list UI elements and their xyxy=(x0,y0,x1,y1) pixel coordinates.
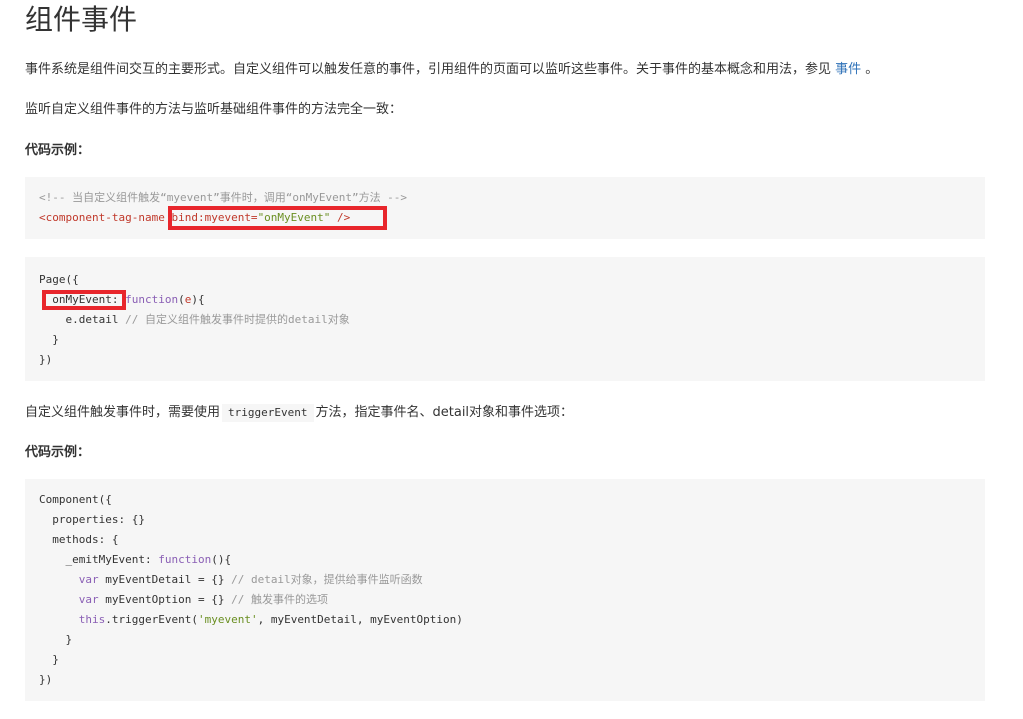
code-emit-name: _emitMyEvent: xyxy=(65,553,159,566)
code-keyword: var xyxy=(78,573,99,586)
intro-text: 事件系统是组件间交互的主要形式。自定义组件可以触发任意的事件，引用组件的页面可以… xyxy=(25,62,836,77)
code-line: } xyxy=(39,650,971,670)
code-trigger-args: , myEventDetail, myEventOption) xyxy=(257,613,463,626)
code-paren: (){ xyxy=(211,553,232,566)
code-line: var myEventDetail = {} // detail对象，提供给事件… xyxy=(39,570,971,590)
trigger-text-end: 方法，指定事件名、detail对象和事件选项： xyxy=(315,405,574,420)
code-detail: e.detail xyxy=(65,313,119,326)
code-line: properties: {} xyxy=(39,510,971,530)
code-keyword: function xyxy=(158,553,212,566)
code-line-detail: e.detail // 自定义组件触发事件时提供的detail对象 xyxy=(39,310,971,330)
code-line: Page({ xyxy=(39,273,79,286)
code-methods: methods: { xyxy=(52,533,119,546)
code-var-option: myEventOption = {} xyxy=(98,593,232,606)
code-line: var myEventOption = {} // 触发事件的选项 xyxy=(39,590,971,610)
code-paren: ( xyxy=(178,293,185,306)
code-line-method: onMyEvent: function(e){ xyxy=(39,290,971,310)
code-example-label: 代码示例： xyxy=(25,143,91,158)
code-keyword: var xyxy=(78,593,99,606)
code-properties: properties: {} xyxy=(52,513,145,526)
code-line: _emitMyEvent: function(){ xyxy=(39,550,971,570)
highlight-box-method xyxy=(42,290,126,310)
code-line: }) xyxy=(39,353,53,366)
code-comment: // 触发事件的选项 xyxy=(231,593,328,606)
code-keyword: function xyxy=(125,293,179,306)
code-brace: } xyxy=(52,333,59,346)
code-example-label: 代码示例： xyxy=(25,445,91,460)
trigger-text: 自定义组件触发事件时，需要使用 xyxy=(25,405,221,420)
code-brace: } xyxy=(65,633,73,646)
code-line: Component({ xyxy=(39,493,112,506)
trigger-paragraph: 自定义组件触发事件时，需要使用 triggerEvent 方法，指定事件名、deta… xyxy=(25,403,573,423)
code-trigger-call: .triggerEvent( xyxy=(105,613,198,626)
code-line: } xyxy=(39,630,971,650)
code-string: 'myevent' xyxy=(197,613,258,626)
page-title: 组件事件 xyxy=(25,3,138,36)
code-line: this.triggerEvent('myevent', myEventDeta… xyxy=(39,610,971,630)
code-block-component-js: Component({ properties: {} methods: { _e… xyxy=(25,479,985,701)
intro-text-end: 。 xyxy=(861,62,879,77)
intro-paragraph: 事件系统是组件间交互的主要形式。自定义组件可以触发任意的事件，引用组件的页面可以… xyxy=(25,60,878,80)
inline-code-trigger-event: triggerEvent xyxy=(222,404,314,422)
code-paren-close: ){ xyxy=(191,293,205,306)
code-tag-open: <component-tag-name xyxy=(39,211,165,224)
code-comment: <!-- 当自定义组件触发“myevent”事件时，调用“onMyEvent”方… xyxy=(39,191,408,204)
events-link[interactable]: 事件 xyxy=(835,62,861,77)
code-line: methods: { xyxy=(39,530,971,550)
highlight-box-bind xyxy=(168,206,387,230)
code-comment-detail: // 自定义组件触发事件时提供的detail对象 xyxy=(118,313,350,326)
code-line: }) xyxy=(39,673,53,686)
code-brace: } xyxy=(52,653,59,666)
listen-paragraph: 监听自定义组件事件的方法与监听基础组件事件的方法完全一致： xyxy=(25,102,403,117)
code-comment: // detail对象，提供给事件监听函数 xyxy=(231,573,423,586)
code-block-page-js: Page({ onMyEvent: function(e){ e.detail … xyxy=(25,257,985,381)
code-keyword: this xyxy=(78,613,106,626)
code-var-detail: myEventDetail = {} xyxy=(98,573,232,586)
code-line: } xyxy=(39,330,971,350)
